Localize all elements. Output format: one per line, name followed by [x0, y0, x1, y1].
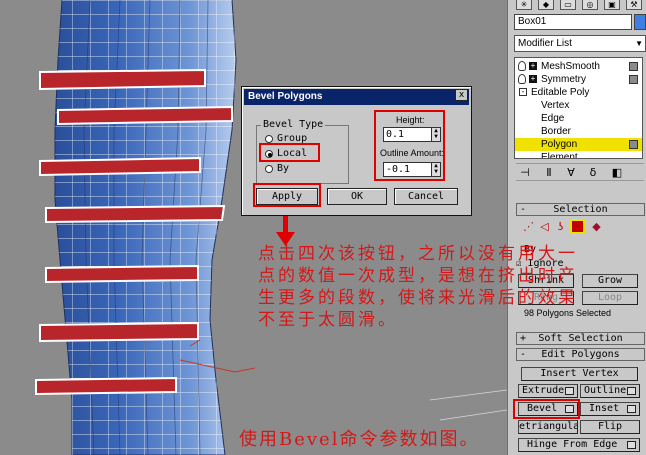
- chevron-down-icon: ▼: [635, 39, 643, 48]
- radio-icon: [265, 165, 273, 173]
- settings-icon[interactable]: [627, 405, 636, 413]
- insert-vertex-button[interactable]: Insert Vertex: [521, 367, 638, 381]
- mesh-column-render: [0, 0, 507, 455]
- edit-polygons-rollout-header[interactable]: - Edit Polygons: [516, 348, 645, 361]
- command-panel: ✳ ◆ ▭ ◎ ▣ ⚒ Box01 Modifier List ▼ + Mesh…: [507, 0, 646, 455]
- motion-tab-icon[interactable]: ◎: [582, 0, 598, 10]
- radio-by-polygon[interactable]: By: [265, 163, 289, 175]
- bevel-button-highlight: [513, 399, 580, 419]
- bulb-icon[interactable]: [518, 61, 526, 71]
- close-icon[interactable]: x: [455, 89, 468, 101]
- stack-item-edge[interactable]: Edge: [515, 112, 642, 125]
- loop-button[interactable]: Loop: [582, 291, 638, 305]
- height-outline-highlight: [374, 110, 445, 181]
- bevel-type-label: Bevel Type: [261, 119, 326, 130]
- stack-item-meshsmooth[interactable]: + MeshSmooth: [515, 60, 642, 73]
- cancel-button[interactable]: Cancel: [394, 188, 458, 205]
- radio-icon: [265, 135, 273, 143]
- element-mode-icon[interactable]: ◆: [590, 220, 603, 233]
- ok-button[interactable]: OK: [327, 188, 387, 205]
- stack-tool-row: ⊣ Ⅱ ∀ δ ◧: [516, 163, 644, 181]
- expand-icon[interactable]: +: [529, 75, 537, 83]
- caption-text: 使用Bevel命令参数如图。: [239, 429, 480, 450]
- apply-button-highlight: [253, 183, 321, 207]
- display-tab-icon[interactable]: ▣: [604, 0, 620, 10]
- vertex-mode-icon[interactable]: ⋰: [522, 220, 535, 233]
- object-color-swatch[interactable]: [634, 14, 646, 30]
- config-icon[interactable]: [629, 75, 638, 84]
- edge-mode-icon[interactable]: ◁: [538, 220, 551, 233]
- stack-item-element[interactable]: Element: [515, 151, 642, 158]
- hinge-from-edge-button[interactable]: Hinge From Edge: [518, 438, 640, 452]
- configure-sets-icon[interactable]: ◧: [610, 166, 624, 180]
- stack-item-vertex[interactable]: Vertex: [515, 99, 642, 112]
- dialog-title: Bevel Polygons: [244, 89, 469, 105]
- settings-icon[interactable]: [565, 387, 574, 395]
- stack-item-polygon[interactable]: Polygon: [515, 138, 642, 151]
- perspective-viewport[interactable]: [0, 0, 507, 455]
- bulb-icon[interactable]: [518, 74, 526, 84]
- modifier-list-dropdown[interactable]: Modifier List ▼: [514, 35, 646, 52]
- utilities-tab-icon[interactable]: ⚒: [626, 0, 642, 10]
- stack-item-border[interactable]: Border: [515, 125, 642, 138]
- selection-rollout-header[interactable]: - Selection: [516, 203, 645, 216]
- remove-modifier-icon[interactable]: δ: [586, 166, 600, 180]
- modify-tab-icon[interactable]: ◆: [538, 0, 554, 10]
- inset-button[interactable]: Inset: [580, 402, 640, 416]
- border-mode-icon[interactable]: ʖ: [554, 220, 567, 233]
- modifier-stack[interactable]: + MeshSmooth + Symmetry - Editable Poly …: [514, 57, 643, 159]
- expand-icon[interactable]: +: [529, 62, 537, 70]
- object-name-field[interactable]: Box01: [514, 14, 632, 30]
- stack-item-symmetry[interactable]: + Symmetry: [515, 73, 642, 86]
- make-unique-icon[interactable]: ∀: [564, 166, 578, 180]
- show-end-result-icon[interactable]: Ⅱ: [542, 166, 556, 180]
- retriangulate-button[interactable]: etriangula: [518, 420, 578, 434]
- settings-icon[interactable]: [627, 387, 636, 395]
- collapse-icon[interactable]: -: [519, 88, 527, 96]
- panel-tab-row: ✳ ◆ ▭ ◎ ▣ ⚒: [516, 0, 644, 10]
- flip-button[interactable]: Flip: [580, 420, 640, 434]
- outline-button[interactable]: Outline: [580, 384, 640, 398]
- extrude-button[interactable]: Extrude: [518, 384, 578, 398]
- stack-item-editable-poly[interactable]: - Editable Poly: [515, 86, 642, 99]
- config-icon[interactable]: [629, 140, 638, 149]
- settings-icon[interactable]: [627, 441, 636, 449]
- modifier-list-label: Modifier List: [518, 38, 572, 49]
- pin-stack-icon[interactable]: ⊣: [518, 166, 532, 180]
- soft-selection-rollout-header[interactable]: + Soft Selection: [516, 332, 645, 345]
- create-tab-icon[interactable]: ✳: [516, 0, 532, 10]
- hierarchy-tab-icon[interactable]: ▭: [560, 0, 576, 10]
- local-option-highlight: [259, 143, 320, 162]
- grow-button[interactable]: Grow: [582, 274, 638, 288]
- config-icon[interactable]: [629, 62, 638, 71]
- polygon-mode-icon[interactable]: [570, 219, 585, 234]
- instruction-note: 点击四次该按钮，之所以没有用大一点的数值一次成型，是想在挤出时产生更多的段数，使…: [258, 244, 578, 330]
